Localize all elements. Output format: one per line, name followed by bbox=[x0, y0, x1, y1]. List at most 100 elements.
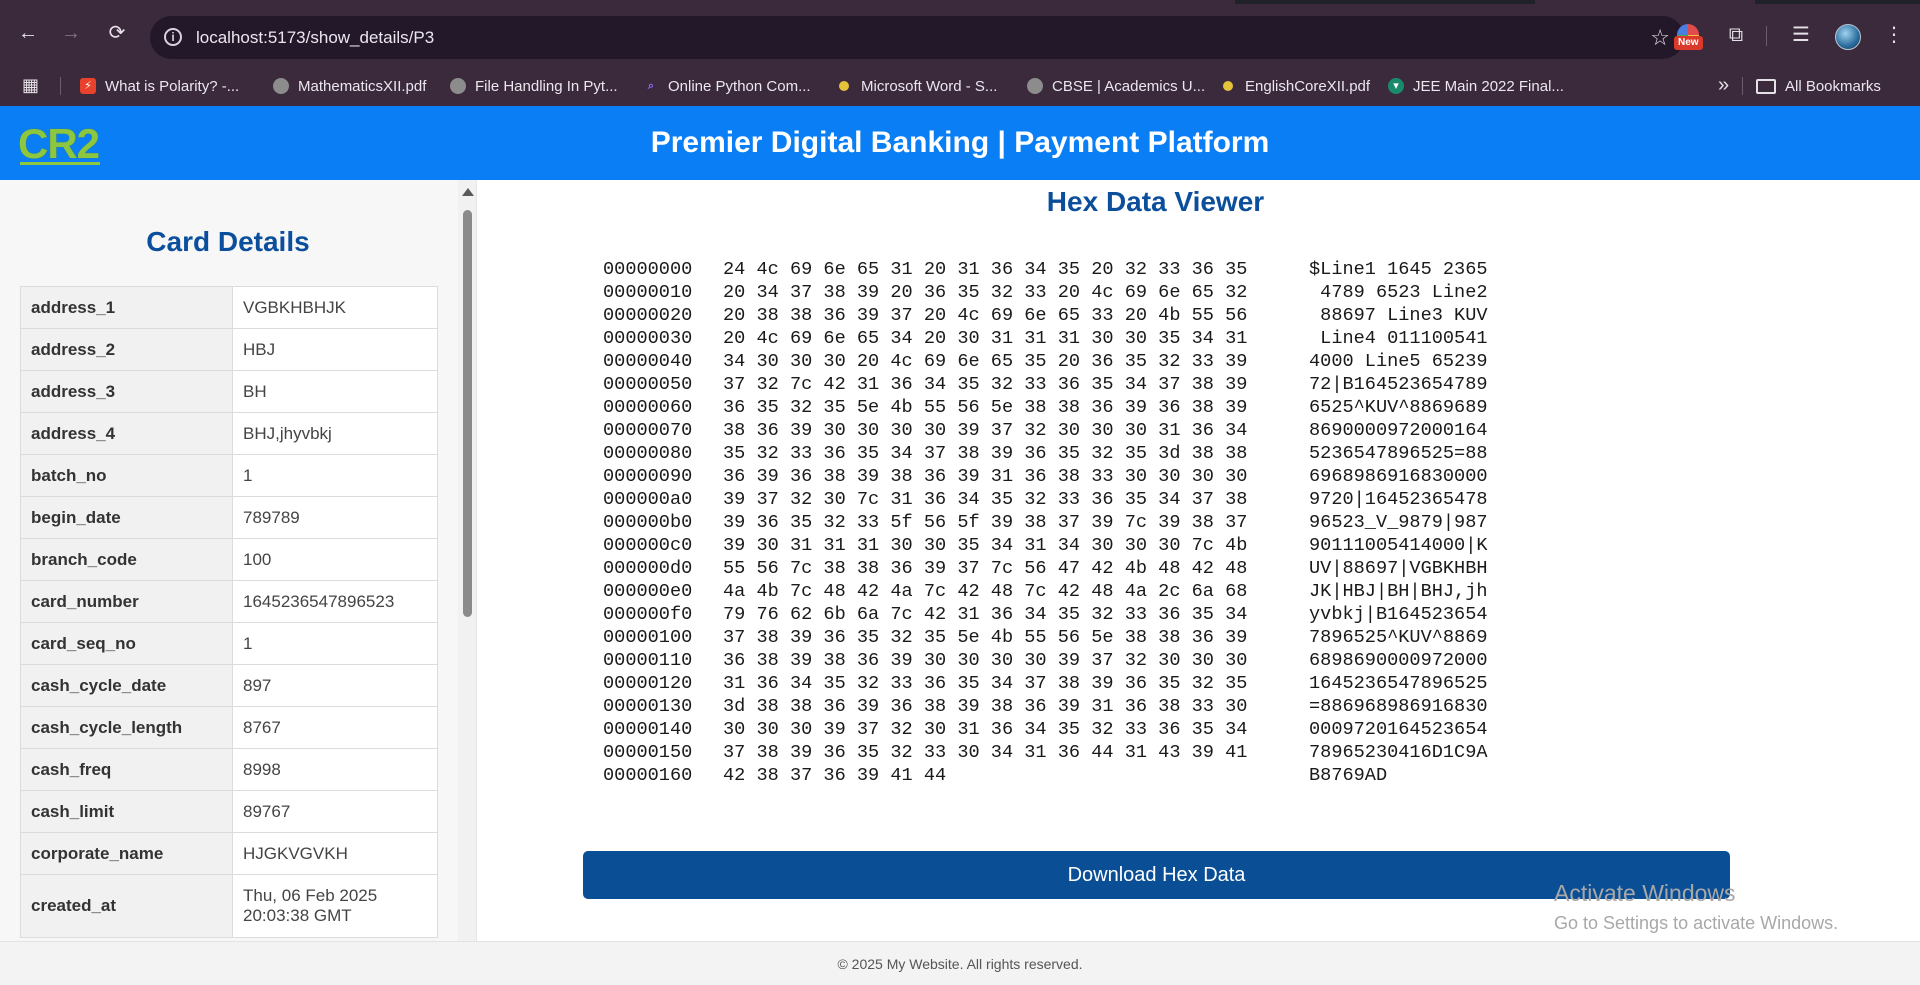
hex-row: 000000a0 39 37 32 30 7c 31 36 34 35 32 33… bbox=[603, 488, 1509, 511]
profile-avatar[interactable] bbox=[1835, 24, 1861, 50]
sidebar-scrollbar[interactable] bbox=[458, 180, 476, 941]
hex-offset: 00000090 bbox=[603, 466, 693, 487]
hex-ascii: 7896525^KUV^8869 bbox=[1309, 627, 1488, 648]
bookmark-label: What is Polarity? -... bbox=[105, 77, 240, 95]
hex-ascii: 6968986916830000 bbox=[1309, 466, 1488, 487]
hex-offset: 00000120 bbox=[603, 673, 693, 694]
field-value: 1 bbox=[232, 622, 438, 665]
hex-bytes: 20 38 38 36 39 37 20 4c 69 6e 65 33 20 4… bbox=[723, 305, 1248, 326]
hex-ascii: 8690000972000164 bbox=[1309, 420, 1488, 441]
hex-offset: 000000e0 bbox=[603, 581, 693, 602]
hex-bytes: 37 32 7c 42 31 36 34 35 32 33 36 35 34 3… bbox=[723, 374, 1248, 395]
bookmark-item[interactable]: CBSE | Academics U... bbox=[1027, 66, 1205, 106]
hex-ascii: 88697 Line3 KUV bbox=[1309, 305, 1488, 326]
bookmark-item[interactable]: EnglishCoreXII.pdf bbox=[1220, 66, 1370, 106]
bookmark-item[interactable]: MathematicsXII.pdf bbox=[273, 66, 426, 106]
field-key: created_at bbox=[20, 874, 233, 938]
more-bookmarks-chevron-icon[interactable]: » bbox=[1718, 74, 1729, 97]
field-key: begin_date bbox=[20, 496, 233, 539]
hex-bytes: 79 76 62 6b 6a 7c 42 31 36 34 35 32 33 3… bbox=[723, 604, 1248, 625]
address-bar[interactable]: i localhost:5173/show_details/P3 ☆ bbox=[150, 16, 1684, 59]
bookmarks-divider bbox=[60, 77, 61, 95]
table-row: address_3 BH bbox=[20, 370, 438, 413]
table-row: corporate_name HJGKVGVKH bbox=[20, 832, 438, 875]
hex-ascii: 78965230416D1C9A bbox=[1309, 742, 1488, 763]
hex-offset: 00000150 bbox=[603, 742, 693, 763]
hex-row: 00000040 34 30 30 30 20 4c 69 6e 65 35 20… bbox=[603, 350, 1509, 373]
bookmark-item[interactable]: ▾ JEE Main 2022 Final... bbox=[1388, 66, 1564, 106]
site-footer: © 2025 My Website. All rights reserved. bbox=[0, 941, 1920, 985]
hex-offset: 00000040 bbox=[603, 351, 693, 372]
hex-row: 00000140 30 30 30 39 37 32 30 31 36 34 35… bbox=[603, 718, 1509, 741]
card-details-panel: Card Details address_1 VGBKHBHJK address_2… bbox=[0, 180, 477, 941]
hex-ascii: yvbkj|B164523654 bbox=[1309, 604, 1488, 625]
hex-bytes: 39 37 32 30 7c 31 36 34 35 32 33 36 35 3… bbox=[723, 489, 1248, 510]
forward-arrow-icon[interactable]: → bbox=[59, 21, 83, 45]
hex-bytes: 35 32 33 36 35 34 37 38 39 36 35 32 35 3… bbox=[723, 443, 1248, 464]
bookmark-star-icon[interactable]: ☆ bbox=[1650, 25, 1670, 51]
hex-offset: 00000160 bbox=[603, 765, 693, 786]
hex-bytes: 31 36 34 35 32 33 36 35 34 37 38 39 36 3… bbox=[723, 673, 1248, 694]
field-key: address_1 bbox=[20, 286, 233, 329]
hex-bytes: 36 35 32 35 5e 4b 55 56 5e 38 38 36 39 3… bbox=[723, 397, 1248, 418]
hex-bytes: 37 38 39 36 35 32 35 5e 4b 55 56 5e 38 3… bbox=[723, 627, 1248, 648]
field-key: cash_freq bbox=[20, 748, 233, 791]
bookmark-item[interactable]: File Handling In Pyt... bbox=[450, 66, 618, 106]
bookmarks-divider bbox=[1742, 77, 1743, 95]
watermark-title: Activate Windows bbox=[1554, 880, 1736, 906]
hex-row: 00000150 37 38 39 36 35 32 33 30 34 31 36… bbox=[603, 741, 1509, 764]
hex-row: 00000080 35 32 33 36 35 34 37 38 39 36 35… bbox=[603, 442, 1509, 465]
bookmark-item[interactable]: ⌕ Online Python Com... bbox=[643, 66, 811, 106]
table-row: address_1 VGBKHBHJK bbox=[20, 286, 438, 329]
bookmark-label: Online Python Com... bbox=[668, 77, 811, 95]
logo-underline bbox=[20, 162, 100, 165]
field-value: 100 bbox=[232, 538, 438, 581]
hex-offset: 00000080 bbox=[603, 443, 693, 464]
hex-ascii: 9720|16452365478 bbox=[1309, 489, 1488, 510]
hex-bytes: 3d 38 38 36 39 36 38 39 38 36 39 31 36 3… bbox=[723, 696, 1248, 717]
hex-viewer-title: Hex Data Viewer bbox=[1046, 186, 1265, 217]
hex-ascii: 96523_V_9879|987 bbox=[1309, 512, 1488, 533]
field-value: 897 bbox=[232, 664, 438, 707]
reload-icon[interactable]: ⟳ bbox=[105, 21, 129, 45]
field-key: batch_no bbox=[20, 454, 233, 497]
hex-offset: 00000020 bbox=[603, 305, 693, 326]
hex-ascii: 6898690000972000 bbox=[1309, 650, 1488, 671]
watermark-subtitle: Go to Settings to activate Windows. bbox=[1554, 913, 1839, 933]
hex-offset: 000000d0 bbox=[603, 558, 693, 579]
more-menu-icon[interactable]: ⋮ bbox=[1880, 21, 1908, 49]
table-row: cash_cycle_date 897 bbox=[20, 664, 438, 707]
hex-row: 00000160 42 38 37 36 39 41 44 B8769AD bbox=[603, 764, 1509, 787]
hex-offset: 00000010 bbox=[603, 282, 693, 303]
all-bookmarks-button[interactable]: All Bookmarks bbox=[1756, 66, 1881, 106]
card-details-title: Card Details bbox=[146, 226, 310, 257]
hex-bytes: 20 34 37 38 39 20 36 35 32 33 20 4c 69 6… bbox=[723, 282, 1248, 303]
hex-row: 000000e0 4a 4b 7c 48 42 4a 7c 42 48 7c 42… bbox=[603, 580, 1509, 603]
field-key: corporate_name bbox=[20, 832, 233, 875]
table-row: address_2 HBJ bbox=[20, 328, 438, 371]
bookmark-item[interactable]: Microsoft Word - S... bbox=[836, 66, 997, 106]
hex-offset: 00000050 bbox=[603, 374, 693, 395]
hex-ascii: 1645236547896525 bbox=[1309, 673, 1488, 694]
lightning-icon: ⚡ bbox=[80, 78, 96, 94]
field-key: address_3 bbox=[20, 370, 233, 413]
extensions-puzzle-icon[interactable]: ⧉ bbox=[1722, 21, 1750, 49]
hex-offset: 000000c0 bbox=[603, 535, 693, 556]
hex-bytes: 39 30 31 31 31 30 30 35 34 31 34 30 30 3… bbox=[723, 535, 1248, 556]
address-url[interactable]: localhost:5173/show_details/P3 bbox=[196, 28, 434, 48]
hex-ascii: $Line1 1645 2365 bbox=[1309, 259, 1488, 280]
bookmark-item[interactable]: ⚡ What is Polarity? -... bbox=[80, 66, 239, 106]
site-info-icon[interactable]: i bbox=[164, 28, 182, 46]
hex-row: 000000d0 55 56 7c 38 38 36 39 37 7c 56 47… bbox=[603, 557, 1509, 580]
all-bookmarks-label: All Bookmarks bbox=[1785, 77, 1881, 95]
code-icon: ⌕ bbox=[647, 80, 655, 92]
table-row: cash_limit 89767 bbox=[20, 790, 438, 833]
scroll-up-arrow-icon[interactable] bbox=[462, 188, 474, 196]
apps-grid-icon[interactable]: ▦ bbox=[22, 75, 42, 95]
field-value: 8998 bbox=[232, 748, 438, 791]
scrollbar-thumb[interactable] bbox=[463, 210, 472, 617]
back-arrow-icon[interactable]: ← bbox=[16, 21, 40, 45]
field-value: BHJ,jhyvbkj bbox=[232, 412, 438, 455]
media-queue-icon[interactable]: ☰ bbox=[1787, 21, 1815, 49]
bookmark-label: MathematicsXII.pdf bbox=[298, 77, 427, 95]
